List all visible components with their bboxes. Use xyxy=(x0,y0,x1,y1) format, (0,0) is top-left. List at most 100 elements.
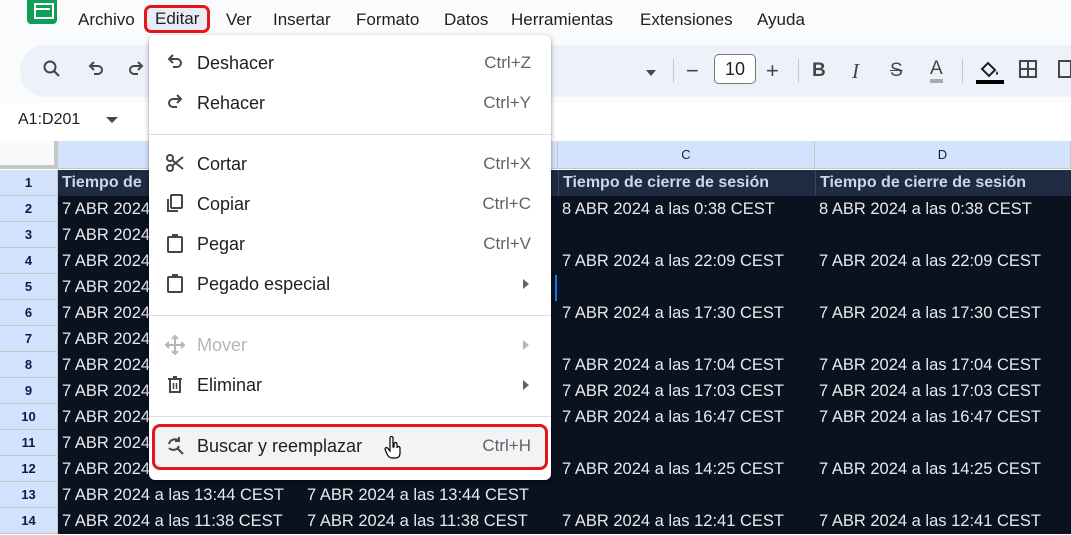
menu-formato[interactable]: Formato xyxy=(356,10,419,30)
row-header[interactable]: 3 xyxy=(0,222,58,248)
menu-herramientas[interactable]: Herramientas xyxy=(511,10,613,30)
menu-item-paste-special[interactable]: Pegado especial xyxy=(149,265,551,305)
row-header[interactable]: 2 xyxy=(0,196,58,222)
font-size-input[interactable]: 10 xyxy=(714,54,756,84)
column-header-d[interactable]: D xyxy=(815,141,1071,169)
select-all-corner[interactable] xyxy=(0,141,58,169)
copy-icon xyxy=(163,193,187,217)
menu-item-label: Pegar xyxy=(197,234,246,254)
menu-item-redo[interactable]: Rehacer Ctrl+Y xyxy=(149,84,551,124)
toolbar-divider xyxy=(962,59,963,83)
row-header[interactable]: 6 xyxy=(0,300,58,326)
cell-d6[interactable]: 7 ABR 2024 a las 17:30 CEST xyxy=(815,300,1071,326)
menu-item-find-replace[interactable]: Buscar y reemplazar Ctrl+H xyxy=(152,424,548,470)
menu-editar[interactable]: Editar xyxy=(143,5,211,33)
menu-divider xyxy=(149,315,551,316)
menu-item-label: Eliminar xyxy=(197,375,263,395)
row-header[interactable]: 1 xyxy=(0,170,58,196)
row-header[interactable]: 8 xyxy=(0,352,58,378)
cell-b14[interactable]: 7 ABR 2024 a las 11:38 CEST xyxy=(303,508,558,534)
scissors-icon xyxy=(163,153,187,177)
menu-item-label: Pegado especial xyxy=(197,274,331,294)
cell-a13[interactable]: 7 ABR 2024 a las 13:44 CEST xyxy=(58,482,303,508)
menu-item-shortcut: Ctrl+Z xyxy=(484,53,531,72)
cell-c6[interactable]: 7 ABR 2024 a las 17:30 CEST xyxy=(558,300,815,326)
sheets-logo-icon[interactable] xyxy=(27,0,57,24)
cell-c2[interactable]: 8 ABR 2024 a las 0:38 CEST xyxy=(558,196,815,222)
row-header[interactable]: 11 xyxy=(0,430,58,456)
name-box[interactable]: A1:D201 xyxy=(18,111,80,129)
row-header[interactable]: 9 xyxy=(0,378,58,404)
cell-b13[interactable]: 7 ABR 2024 a las 13:44 CEST xyxy=(303,482,558,508)
menu-ayuda[interactable]: Ayuda xyxy=(757,10,805,30)
menu-divider xyxy=(149,416,551,417)
column-header-c[interactable]: C xyxy=(558,141,815,169)
menu-archivo[interactable]: Archivo xyxy=(78,10,135,30)
submenu-arrow-icon xyxy=(523,279,529,289)
submenu-arrow-icon xyxy=(523,340,529,350)
find-replace-icon xyxy=(163,435,187,459)
menu-item-label: Copiar xyxy=(197,194,251,214)
cell-d2[interactable]: 8 ABR 2024 a las 0:38 CEST xyxy=(815,196,1071,222)
cell-d9[interactable]: 7 ABR 2024 a las 17:03 CEST xyxy=(815,378,1071,404)
menu-item-copy[interactable]: Copiar Ctrl+C xyxy=(149,185,551,225)
merge-cells-icon[interactable] xyxy=(1058,59,1071,86)
menu-item-label: Buscar y reemplazar xyxy=(197,436,363,456)
cell-c9[interactable]: 7 ABR 2024 a las 17:03 CEST xyxy=(558,378,815,404)
fill-color-icon[interactable] xyxy=(976,59,1004,92)
undo-icon[interactable] xyxy=(86,59,106,86)
trash-icon xyxy=(163,374,187,398)
row-header[interactable]: 14 xyxy=(0,508,58,534)
move-icon xyxy=(163,334,187,358)
cell-d10[interactable]: 7 ABR 2024 a las 16:47 CEST xyxy=(815,404,1071,430)
cell-d1[interactable]: Tiempo de cierre de sesión xyxy=(815,170,1071,196)
clipboard-icon xyxy=(163,273,187,297)
menu-item-shortcut: Ctrl+Y xyxy=(483,93,531,112)
row-header[interactable]: 12 xyxy=(0,456,58,482)
selection-edge xyxy=(552,275,557,301)
menu-datos[interactable]: Datos xyxy=(444,10,488,30)
edit-menu-dropdown: Deshacer Ctrl+Z Rehacer Ctrl+Y Cortar Ct… xyxy=(149,35,551,480)
cell-d12[interactable]: 7 ABR 2024 a las 14:25 CEST xyxy=(815,456,1071,482)
menu-item-cut[interactable]: Cortar Ctrl+X xyxy=(149,145,551,185)
increase-font-size-button[interactable]: + xyxy=(766,59,779,83)
menu-item-shortcut: Ctrl+X xyxy=(483,154,531,173)
cell-d14[interactable]: 7 ABR 2024 a las 12:41 CEST xyxy=(815,508,1071,534)
menu-extensiones[interactable]: Extensiones xyxy=(640,10,733,30)
menu-item-shortcut: Ctrl+C xyxy=(482,194,531,213)
borders-icon[interactable] xyxy=(1018,59,1038,86)
cell-a14[interactable]: 7 ABR 2024 a las 11:38 CEST xyxy=(58,508,303,534)
cell-d8[interactable]: 7 ABR 2024 a las 17:04 CEST xyxy=(815,352,1071,378)
menu-item-label: Rehacer xyxy=(197,93,266,113)
row-header[interactable]: 5 xyxy=(0,274,58,300)
row-header[interactable]: 4 xyxy=(0,248,58,274)
italic-button[interactable]: I xyxy=(852,59,859,83)
cell-c4[interactable]: 7 ABR 2024 a las 22:09 CEST xyxy=(558,248,815,274)
sheets-window: Archivo Editar Ver Insertar Formato Dato… xyxy=(0,0,1071,535)
undo-icon xyxy=(163,52,187,76)
menu-item-label: Cortar xyxy=(197,154,248,174)
cell-c14[interactable]: 7 ABR 2024 a las 12:41 CEST xyxy=(558,508,815,534)
menu-insertar[interactable]: Insertar xyxy=(273,10,331,30)
cell-c8[interactable]: 7 ABR 2024 a las 17:04 CEST xyxy=(558,352,815,378)
cell-d4[interactable]: 7 ABR 2024 a las 22:09 CEST xyxy=(815,248,1071,274)
text-color-button[interactable]: A xyxy=(930,59,943,83)
row-header[interactable]: 7 xyxy=(0,326,58,352)
font-dropdown-arrow-icon[interactable] xyxy=(645,61,657,85)
cell-c12[interactable]: 7 ABR 2024 a las 14:25 CEST xyxy=(558,456,815,482)
menu-ver[interactable]: Ver xyxy=(226,10,252,30)
menu-item-paste[interactable]: Pegar Ctrl+V xyxy=(149,225,551,265)
hand-cursor-icon xyxy=(384,435,402,466)
search-menus-icon[interactable] xyxy=(42,59,62,86)
cell-c1[interactable]: Tiempo de cierre de sesión xyxy=(558,170,815,196)
strikethrough-button[interactable]: S xyxy=(890,59,903,83)
decrease-font-size-button[interactable]: − xyxy=(686,59,699,83)
cell-c10[interactable]: 7 ABR 2024 a las 16:47 CEST xyxy=(558,404,815,430)
row-header[interactable]: 10 xyxy=(0,404,58,430)
bold-button[interactable]: B xyxy=(812,59,826,83)
menu-item-delete[interactable]: Eliminar xyxy=(149,366,551,406)
row-header[interactable]: 13 xyxy=(0,482,58,508)
redo-icon[interactable] xyxy=(126,59,146,86)
menu-item-undo[interactable]: Deshacer Ctrl+Z xyxy=(149,44,551,84)
name-box-dropdown-icon[interactable] xyxy=(106,117,118,123)
